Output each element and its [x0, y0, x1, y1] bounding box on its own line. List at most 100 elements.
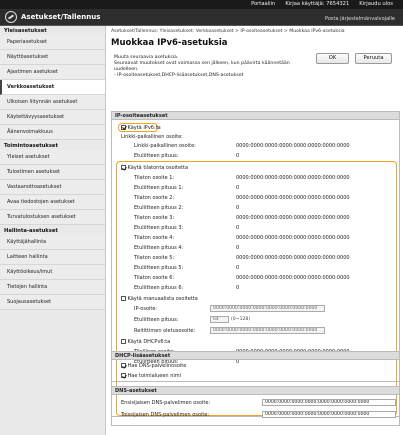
sidebar-item-printer-settings[interactable]: Tulostimen asetukset [0, 165, 105, 180]
app-title: Asetukset/Tallennus [21, 13, 101, 21]
sidebar-item-network-settings[interactable]: Verkkoasetukset [0, 80, 105, 95]
cancel-button[interactable]: Peruuta [355, 53, 392, 64]
use-ipv6-checkbox-row[interactable]: Käytä IPv6:ta [121, 124, 161, 131]
logout-link[interactable]: Kirjaudu ulos [359, 1, 393, 7]
top-links: Portaaliin Kirjaa käyttäjä: 7654321 Kirj… [251, 1, 393, 7]
dns-server-checkbox[interactable] [121, 363, 126, 368]
primary-dns-input[interactable]: 0000:0000:0000:0000:0000:0000:0000:0000 [262, 399, 396, 406]
primary-dns-label: Ensisijaisen DNS-palvelimen osoite: [121, 400, 211, 406]
sidebar-item-secure-print[interactable]: Turvatulostuksen asetukset [0, 210, 105, 225]
link-local-address-value: 0000:0000:0000:0000:0000:0000:0000:0000 [236, 143, 350, 149]
stateless-prefix-3-value: 0 [236, 225, 240, 231]
main-content: Asetukset/Tallennus: Yleisasetukset: Ver… [107, 26, 403, 435]
dhcpv6-checkbox-row[interactable]: Käytä DHCPv6:ta [121, 339, 170, 345]
app-header: Asetukset/Tallennus Posta järjestelmänva… [0, 9, 403, 26]
domain-name-checkbox-row[interactable]: Hae toimialueen nimi [121, 373, 181, 379]
sidebar-item-volume[interactable]: Äänenvoimakkuus [0, 125, 105, 140]
dhcp-options-section: DHCP-lisäasetukset Hae DNS-palvelinosoit… [111, 351, 400, 382]
mail-admin-link[interactable]: Posta järjestelmänvalvojalle [325, 16, 395, 22]
stateless-prefix-2-label: Etuliitteen pituus 2: [134, 205, 184, 211]
section-title: DNS-asetukset [112, 387, 399, 395]
sidebar-item-licenses[interactable]: Käyttöoikeus/imut [0, 265, 105, 280]
breadcrumb: Asetukset/Tallennus: Yleisasetukset: Ver… [111, 29, 345, 34]
sidebar-item-data-management[interactable]: Tietojen hallinta [0, 280, 105, 295]
dns-settings-section: DNS-asetukset Ensisijaisen DNS-palvelime… [111, 386, 400, 426]
page-title: Muokkaa IPv6-asetuksia [111, 38, 228, 48]
manual-ip-input[interactable]: 0000:0000:0000:0000:0000:0000:0000:0000 [210, 305, 325, 312]
stateless-prefix-4-label: Etuliitteen pituus 4: [134, 245, 184, 251]
stateless-address-5-value: 0000:0000:0000:0000:0000:0000:0000:0000 [236, 255, 350, 261]
stateless-address-2-label: Tilaton osoite 2: [134, 195, 175, 201]
stateless-address-6-value: 0000:0000:0000:0000:0000:0000:0000:0000 [236, 275, 350, 281]
stateless-address-2-value: 0000:0000:0000:0000:0000:0000:0000:0000 [236, 195, 350, 201]
stateless-address-5-label: Tilaton osoite 5: [134, 255, 175, 261]
app-logo-icon [5, 11, 17, 23]
sidebar-item-external-interface[interactable]: Ulkoisen liitynnän asetukset [0, 95, 105, 110]
dhcpv6-label: Käytä DHCPv6:ta [127, 339, 171, 345]
stateless-address-1-value: 0000:0000:0000:0000:0000:0000:0000:0000 [236, 175, 350, 181]
sidebar-item-paper-settings[interactable]: Paperiasetukset [0, 35, 105, 50]
stateless-checkbox-row[interactable]: Käytä tilatonta osoitetta [121, 165, 188, 171]
use-ipv6-checkbox[interactable] [121, 124, 126, 130]
stateless-prefix-6-value: 0 [236, 285, 240, 291]
section-title: IP-osoiteasetukset [112, 112, 399, 120]
link-local-address-label: Linkki-paikallinen osoite: [134, 143, 196, 149]
manual-prefix-range: (0~128) [231, 317, 251, 322]
domain-name-checkbox[interactable] [121, 373, 126, 378]
use-ipv6-label: Käytä IPv6:ta [127, 124, 161, 131]
sidebar-item-common-settings[interactable]: Yleiset asetukset [0, 150, 105, 165]
stateless-prefix-1-value: 0 [236, 185, 240, 191]
secondary-dns-input[interactable]: 0000:0000:0000:0000:0000:0000:0000:0000 [262, 411, 396, 418]
section-title: DHCP-lisäasetukset [112, 352, 399, 360]
dhcpv6-checkbox[interactable] [121, 339, 126, 344]
link-local-prefix-value: 0 [236, 153, 240, 159]
manual-address-label: Käytä manuaalista osoitetta [127, 296, 198, 302]
stateless-address-3-label: Tilaton osoite 3: [134, 215, 175, 221]
info-line: Seuraavat muutokset ovat voimassa sen jä… [114, 61, 290, 66]
sidebar-item-timer-settings[interactable]: Ajastimen asetukset [0, 65, 105, 80]
info-text: Muuta seuraavia asetuksia. Seuraavat muu… [114, 55, 304, 79]
stateless-prefix-6-label: Etuliitteen pituus 6: [134, 285, 184, 291]
manual-prefix-label: Etuliitteen pituus: [134, 317, 179, 323]
sidebar-item-user-management[interactable]: Käyttäjähallinta [0, 235, 105, 250]
manual-address-checkbox-row[interactable]: Käytä manuaalista osoitetta [121, 296, 198, 302]
stateless-checkbox[interactable] [121, 165, 126, 170]
dns-server-label: Hae DNS-palvelinosoite [127, 363, 187, 369]
sidebar-item-open-files-settings[interactable]: Avaa tiedostojen asetukset [0, 195, 105, 210]
dns-server-checkbox-row[interactable]: Hae DNS-palvelinosoite [121, 363, 186, 369]
stateless-address-4-label: Tilaton osoite 4: [134, 235, 175, 241]
stateless-prefix-4-value: 0 [236, 245, 240, 251]
sidebar-item-receive-settings[interactable]: Vastaanottoasetukset [0, 180, 105, 195]
stateless-prefix-3-label: Etuliitteen pituus 3: [134, 225, 184, 231]
manual-prefix-input[interactable]: 64 [210, 316, 229, 323]
stateless-address-1-label: Tilaton osoite 1: [134, 175, 175, 181]
ok-button[interactable]: OK [316, 53, 349, 64]
manual-router-label: Reitittimen oletusosoite: [134, 328, 196, 334]
stateless-address-4-value: 0000:0000:0000:0000:0000:0000:0000:0000 [236, 235, 350, 241]
link-local-heading: Linkki-paikallinen osoite: [121, 134, 183, 140]
manual-ip-label: IP-osoite: [134, 306, 158, 312]
secondary-dns-label: Toissijaisen DNS-palvelimen osoite: [121, 412, 210, 418]
stateless-label: Käytä tilatonta osoitetta [127, 165, 189, 171]
stateless-prefix-1-label: Etuliitteen pituus 1: [134, 185, 184, 191]
sidebar-item-display-settings[interactable]: Näyttöasetukset [0, 50, 105, 65]
sidebar-section-title: Hallinta-asetukset [4, 228, 58, 234]
sidebar: Yleisasetukset Paperiasetukset Näyttöase… [0, 26, 106, 435]
manual-router-input[interactable]: 0000:0000:0000:0000:0000:0000:0000:0000 [210, 327, 325, 334]
top-links-bar: Portaaliin Kirjaa käyttäjä: 7654321 Kirj… [0, 0, 403, 9]
stateless-prefix-5-label: Etuliitteen pituus 5: [134, 265, 184, 271]
stateless-address-3-value: 0000:0000:0000:0000:0000:0000:0000:0000 [236, 215, 350, 221]
sidebar-item-accessibility[interactable]: Käytettävyysasetukset [0, 110, 105, 125]
portal-link[interactable]: Portaaliin [251, 1, 275, 7]
sidebar-section-title: Yleisasetukset [4, 28, 47, 34]
sidebar-item-security-settings[interactable]: Suojausasetukset [0, 295, 105, 310]
manual-address-checkbox[interactable] [121, 296, 126, 301]
sidebar-item-device-management[interactable]: Laitteen hallinta [0, 250, 105, 265]
login-user-label: Kirjaa käyttäjä: 7654321 [285, 1, 350, 7]
info-line: - IP-osoiteasetukset,DHCP-lisäasetukset,… [114, 73, 244, 78]
domain-name-label: Hae toimialueen nimi [127, 373, 182, 379]
sidebar-section-title: Toimintoasetukset [4, 143, 58, 149]
link-local-prefix-label: Etuliitteen pituus: [134, 153, 179, 159]
stateless-address-6-label: Tilaton osoite 6: [134, 275, 175, 281]
stateless-prefix-5-value: 0 [236, 265, 240, 271]
